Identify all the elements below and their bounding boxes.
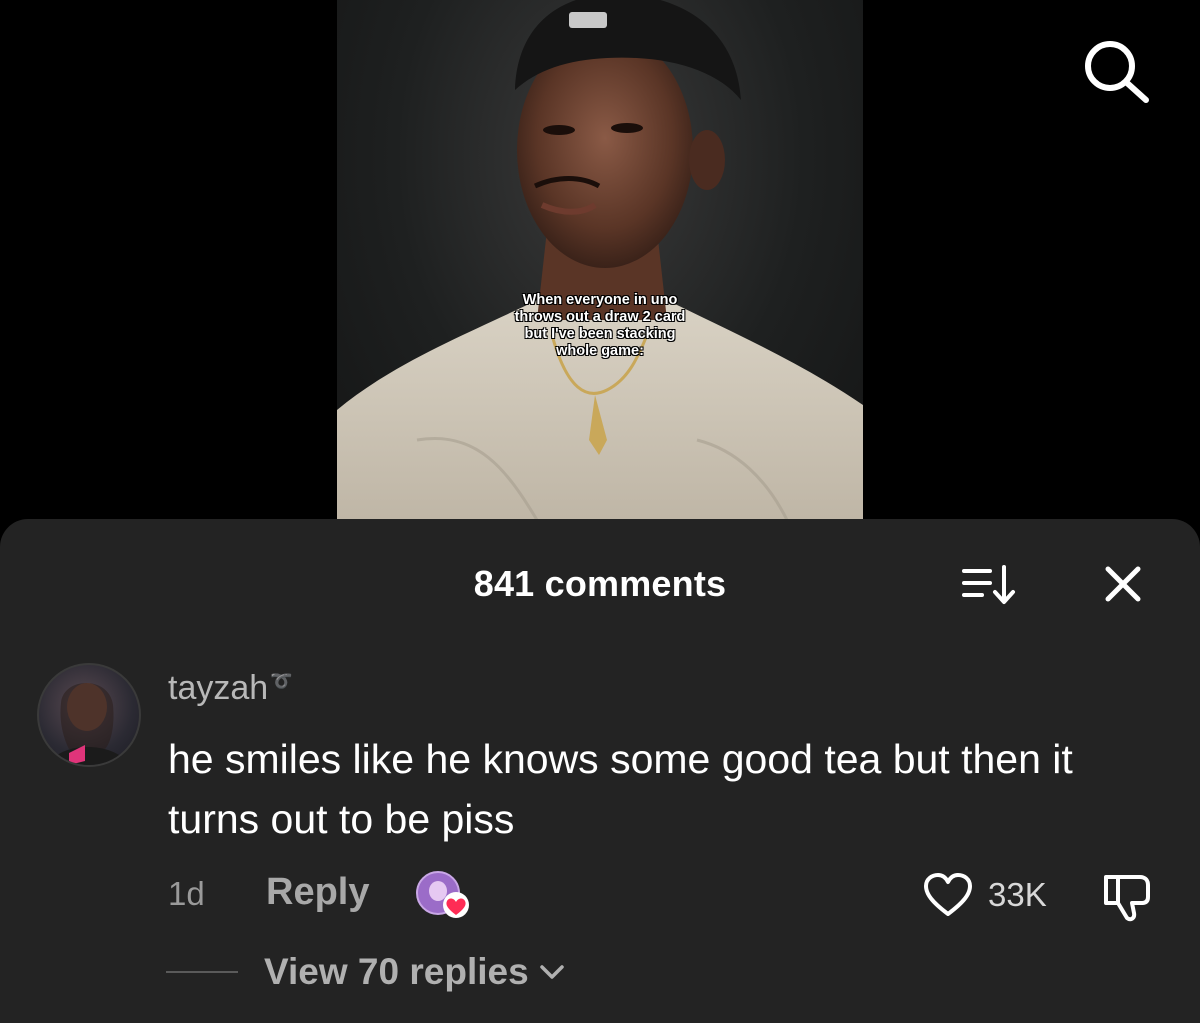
comment-text: he smiles like he knows some good tea bu… [168, 736, 1073, 842]
screen: When everyone in uno throws out a draw 2… [0, 0, 1200, 1023]
avatar[interactable] [37, 663, 141, 767]
close-button[interactable] [1098, 559, 1148, 609]
chevron-down-icon [539, 965, 564, 979]
replies-divider [166, 971, 238, 973]
reply-button[interactable]: Reply [266, 871, 369, 914]
username-text: tayzah [168, 669, 269, 707]
video-caption: When everyone in uno throws out a draw 2… [337, 292, 863, 360]
sort-icon [962, 565, 1015, 604]
dislike-button[interactable] [1100, 871, 1156, 923]
search-button[interactable] [1080, 38, 1152, 104]
comment-username[interactable]: tayzah ➰ [168, 669, 293, 708]
caption-line: whole game: [556, 343, 644, 359]
creator-liked-badge [414, 871, 472, 923]
caption-line: but I've been stacking [524, 326, 676, 342]
like-count: 33K [988, 876, 1047, 913]
comments-count-title: 841 comments [473, 563, 727, 604]
caption-line: When everyone in uno [522, 292, 678, 308]
comment-time: 1d [168, 875, 205, 912]
video-frame [337, 0, 863, 520]
search-icon [1085, 41, 1149, 103]
video-player[interactable]: When everyone in uno throws out a draw 2… [337, 0, 863, 520]
sort-button[interactable] [960, 561, 1020, 609]
close-icon [1105, 566, 1141, 602]
view-replies-label: View 70 replies [264, 951, 529, 992]
avatar-image [49, 683, 129, 765]
heart-icon [924, 873, 972, 916]
thumbs-down-icon [1104, 875, 1150, 922]
creator-avatar-heart-icon [416, 871, 469, 918]
comments-sheet: 841 comments tayzah ➰ he smiles like he … [0, 519, 1200, 1023]
view-replies-button[interactable]: View 70 replies [264, 951, 565, 993]
username-badge: ➰ [270, 670, 293, 691]
caption-line: throws out a draw 2 card [514, 309, 686, 325]
like-button[interactable]: 33K [922, 869, 1047, 921]
